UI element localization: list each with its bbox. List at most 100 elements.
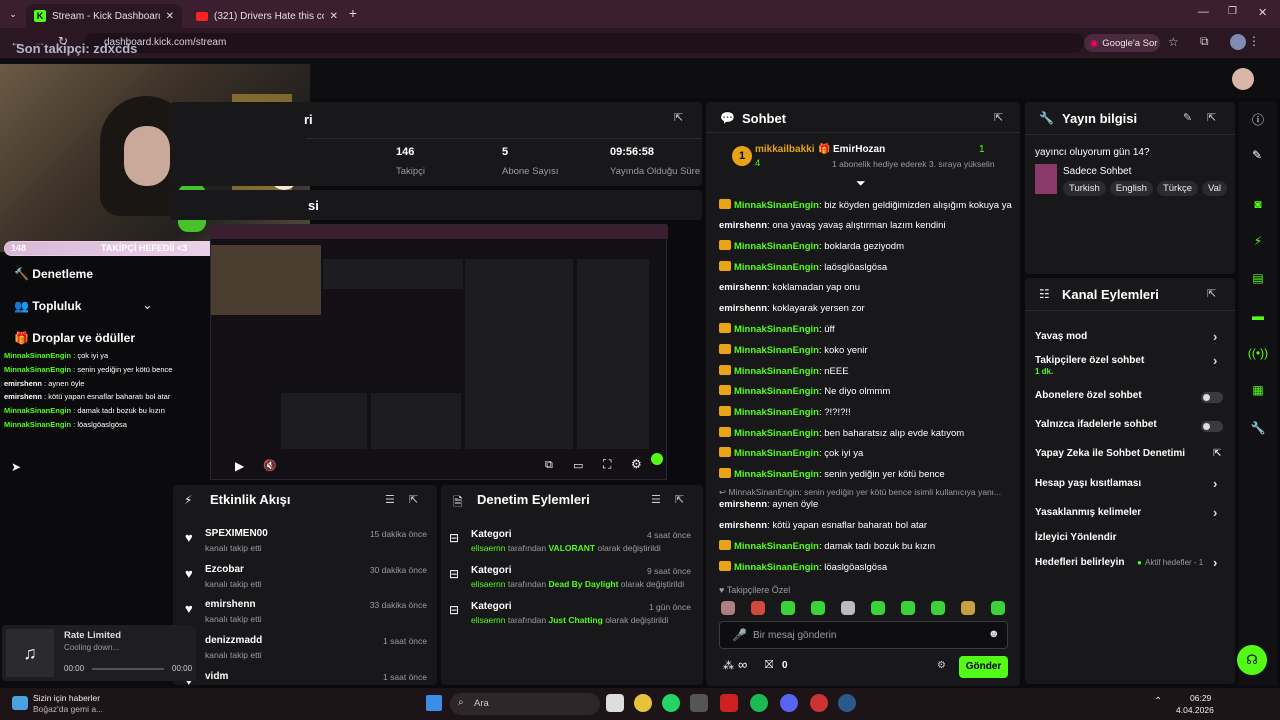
chat-username[interactable]: MinnakSinanEngin [734,386,819,397]
filter-icon[interactable]: ☰ [385,493,395,506]
expand-down-icon[interactable]: ⏷ [856,176,866,191]
windows-start-icon[interactable] [426,695,442,711]
mod-actor[interactable]: elisaernn [471,579,506,589]
maximize-icon[interactable]: ❐ [1228,6,1237,17]
external-link-icon[interactable]: ⇱ [1213,448,1221,459]
gifter-name[interactable]: EmirHozan [833,144,885,155]
task-view-icon[interactable] [606,694,624,712]
minimize-icon[interactable]: — [1198,6,1209,18]
chat-username[interactable]: emirshenn [719,520,767,531]
rail-broadcast-icon[interactable]: ((•)) [1246,341,1270,365]
toggle-switch[interactable] [1201,421,1223,432]
popout-icon[interactable]: ⇱ [409,493,418,506]
app-icon[interactable] [690,694,708,712]
new-tab-icon[interactable]: + [346,5,360,21]
chat-username[interactable]: MinnakSinanEngin [734,469,819,480]
sidebar-item-drops[interactable]: 🎁 Droplar ve ödüller [14,331,135,345]
popout-icon[interactable]: ⇱ [674,111,683,124]
pencil-icon[interactable]: ✎ [1252,148,1262,162]
channel-action-item[interactable]: Yavaş mod › [1035,329,1225,349]
activity-item[interactable]: ♥ emirshenn kanalı takip etti 33 dakika önc… [175,599,437,633]
chevron-right-icon[interactable]: › [1213,505,1217,520]
rail-lightning-icon[interactable]: ⚡ [1246,229,1270,253]
edit-pencil-icon[interactable]: ✎ [1183,111,1192,124]
chat-username[interactable]: emirshenn [719,303,767,314]
emote-icon[interactable] [991,601,1005,615]
rail-chat-icon[interactable]: ▬ [1246,304,1270,328]
channel-action-item[interactable]: Hesap yaşı kısıtlaması › [1035,476,1225,496]
toggle-switch[interactable] [1201,392,1223,403]
channel-action-item[interactable]: Yasaklanmış kelimeler › [1035,505,1225,525]
mod-actor[interactable]: elisaernn [471,543,506,553]
chat-username[interactable]: MinnakSinanEngin [734,366,819,377]
chevron-down-icon[interactable]: ⌄ [142,297,153,313]
help-headset-button[interactable]: ☊ [1237,645,1267,675]
rail-wrench-icon[interactable]: 🔧 [1246,416,1270,440]
emote-icon[interactable] [841,601,855,615]
channel-action-item[interactable]: Hedefleri belirleyin ● Aktif hedefler - 1… [1035,555,1225,575]
settings-gear-icon[interactable]: ⚙ [631,457,642,471]
chat-username[interactable]: emirshenn [719,220,767,231]
chat-username[interactable]: MinnakSinanEngin [734,324,819,335]
close-tab-icon[interactable]: ✕ [166,11,174,22]
steam-icon[interactable] [838,694,856,712]
fullscreen-icon[interactable]: ⛶ [603,457,611,472]
tab-list-icon[interactable]: ⌄ [6,7,20,21]
channel-action-item[interactable]: Yapay Zeka ile Sohbet Denetimi ⇱ [1035,448,1225,466]
chat-username[interactable]: MinnakSinanEngin [734,562,819,573]
app-red-icon[interactable] [720,694,738,712]
emote-icon[interactable] [811,601,825,615]
clock-time[interactable]: 06:29 [1190,693,1211,703]
sidebar-item-community[interactable]: 👥 Topluluk [14,299,81,313]
chevron-right-icon[interactable]: › [1213,353,1217,368]
top-gifter-name[interactable]: mikkailbakki [755,144,814,155]
channel-action-item[interactable]: İzleyici Yönlendir [1035,532,1225,550]
emote-icon[interactable] [871,601,885,615]
news-title[interactable]: Sizin için haberler [33,693,100,703]
popout-icon[interactable]: ⇱ [994,111,1003,124]
url-field[interactable]: dashboard.kick.com/stream ◉ Google'a Sor … [84,33,1179,53]
popout-icon[interactable]: ⇱ [1207,287,1216,300]
chevron-right-icon[interactable]: › [1213,555,1217,570]
activity-item[interactable]: ♥ Ezcobar kanalı takip etti 30 dakika önce [175,564,437,598]
mic-icon[interactable]: 🎤 [732,628,747,642]
pip-icon[interactable]: ⧉ [545,459,553,472]
whatsapp-icon[interactable] [662,694,680,712]
send-button[interactable]: Gönder [959,656,1008,678]
extensions-icon[interactable]: ⧉ [1200,34,1209,49]
media-progress[interactable] [92,668,164,670]
emote-icon[interactable] [721,601,735,615]
profile-avatar[interactable] [1230,34,1246,50]
rail-document-icon[interactable]: ▤ [1246,266,1270,290]
menu-dots-icon[interactable]: ⋮ [1248,34,1260,48]
chat-username[interactable]: MinnakSinanEngin [734,262,819,273]
people-icon[interactable]: ⁂ [723,659,734,672]
bookmark-star-icon[interactable]: ☆ [1168,35,1179,49]
activity-item[interactable]: ♥ SPEXIMEN00 kanalı takip etti 15 dakika ön… [175,528,437,562]
chat-username[interactable]: emirshenn [719,499,767,510]
mute-icon[interactable]: 🔇 [263,459,277,472]
stream-preview[interactable]: ▶ 🔇 ⧉ ▭ ⛶ ⚙ [210,224,668,480]
chat-username[interactable]: MinnakSinanEngin [734,200,819,211]
emote-icon[interactable] [901,601,915,615]
spotify-icon[interactable] [750,694,768,712]
tab-kick-dashboard[interactable]: K Stream - Kick Dashboard ✕ [26,4,182,28]
tray-chevron-icon[interactable]: ⌃ [1154,696,1162,707]
mod-actor[interactable]: elisaernn [471,615,506,625]
chat-username[interactable]: MinnakSinanEngin [734,541,819,552]
chat-username[interactable]: MinnakSinanEngin [734,241,819,252]
emote-icon[interactable] [931,601,945,615]
play-icon[interactable]: ▶ [235,459,244,473]
channel-action-item[interactable]: Abonelere özel sohbet [1035,390,1225,408]
opera-icon[interactable] [810,694,828,712]
chat-username[interactable]: MinnakSinanEngin [734,428,819,439]
chrome-icon[interactable] [634,694,652,712]
theater-icon[interactable]: ▭ [573,459,583,472]
popout-icon[interactable]: ⇱ [1207,111,1216,124]
chevron-right-icon[interactable]: › [1213,476,1217,491]
channel-action-item[interactable]: Yalnızca ifadelerle sohbet [1035,419,1225,437]
discord-icon[interactable] [780,694,798,712]
filter-icon[interactable]: ☰ [651,493,661,506]
emoji-icon[interactable]: ☻ [988,628,1000,640]
chat-username[interactable]: MinnakSinanEngin [734,345,819,356]
